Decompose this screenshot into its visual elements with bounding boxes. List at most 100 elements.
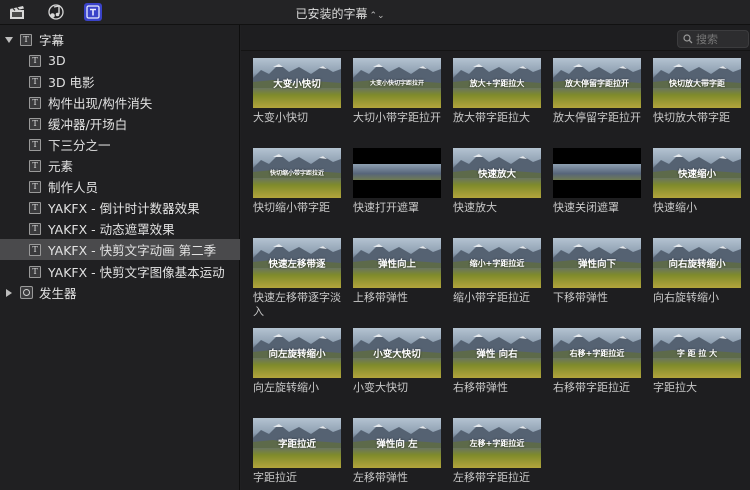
title-icon: T (29, 201, 41, 214)
title-tile[interactable]: 大变小快切字距拉开大切小带字距拉开 (353, 58, 445, 125)
title-tile[interactable]: 快切缩小带字距拉近快切缩小带字距 (253, 148, 345, 215)
title-tile[interactable]: 字 距 拉 大字距拉大 (653, 328, 745, 395)
title-thumbnail: 快切放大带字距 (653, 58, 741, 108)
title-thumbnail: 字 距 拉 大 (653, 328, 741, 378)
titles-generators-button[interactable] (84, 3, 102, 21)
sidebar-item[interactable]: T 3D 电影 (0, 71, 240, 92)
title-tile[interactable]: 右移+字距拉近右移带字距拉近 (553, 328, 645, 395)
sidebar-item[interactable]: T 缓冲器/开场白 (0, 113, 240, 134)
tile-label: 快速关闭遮罩 (553, 201, 619, 214)
sidebar-item-label: 字幕 (39, 33, 65, 48)
sidebar-item-label: 下三分之一 (48, 138, 111, 153)
tile-label: 快切放大带字距 (653, 111, 730, 124)
title-thumbnail: 大变小快切字距拉开 (353, 58, 441, 108)
thumbnail-caption: 大变小快切字距拉开 (369, 80, 424, 87)
sidebar-item-label: 元素 (48, 159, 74, 174)
thumbnail-caption: 弹性向 左 (376, 439, 418, 450)
sidebar-item[interactable]: T 字幕 (0, 29, 240, 50)
tile-label: 右移带弹性 (453, 381, 508, 394)
title-tile[interactable]: 快速缩小 快速缩小 (653, 148, 745, 215)
mask-preview-strip (353, 164, 441, 180)
sidebar-item[interactable]: T YAKFX - 倒计时计数器效果 (0, 197, 240, 218)
sidebar-item-label: 缓冲器/开场白 (48, 117, 128, 132)
tile-label: 缩小带字距拉近 (453, 291, 530, 304)
title-thumbnail: 弹性向上 (353, 238, 441, 288)
tile-label: 向左旋转缩小 (253, 381, 319, 394)
title-thumbnail: 小变大快切 (353, 328, 441, 378)
tile-label: 右移带字距拉近 (553, 381, 630, 394)
title-thumbnail (553, 148, 641, 198)
title-thumbnail: 快切缩小带字距拉近 (253, 148, 341, 198)
title-tile[interactable]: 小变大快切 小变大快切 (353, 328, 445, 395)
title-tile[interactable]: 弹性向下下移带弹性 (553, 238, 645, 305)
tile-label: 快切缩小带字距 (253, 201, 330, 214)
tile-label: 快速左移带逐字淡入 (253, 291, 341, 318)
title-thumbnail: 右移+字距拉近 (553, 328, 641, 378)
title-tile[interactable]: 放大+字距拉大 放大带字距拉大 (453, 58, 545, 125)
title-tile[interactable]: 向右旋转缩小 向右旋转缩小 (653, 238, 745, 305)
title-tile[interactable]: 快速关闭遮罩 (553, 148, 645, 215)
sidebar: T 字幕 T 3D T 3D 电影 T 构件出现/构件消失 T 缓冲器/开场白 T 下三分之一 T 元素 T… (0, 25, 240, 490)
title-tile[interactable]: 向左旋转缩小 向左旋转缩小 (253, 328, 345, 395)
sidebar-item[interactable]: T 3D (0, 50, 240, 71)
sidebar-item-label: 3D (48, 53, 66, 68)
sidebar-item[interactable]: T 下三分之一 (0, 134, 240, 155)
photos-audio-button[interactable] (46, 3, 64, 21)
title-icon: T (29, 117, 41, 130)
sidebar-item[interactable]: T 元素 (0, 155, 240, 176)
title-tile[interactable]: 左移+字距拉近 左移带字距拉近 (453, 418, 545, 485)
sidebar-item[interactable]: 发生器 (0, 282, 240, 303)
sidebar-item[interactable]: T YAKFX - 快剪文字动画 第二季 (0, 239, 240, 260)
title-tile[interactable]: 弹性向上 上移带弹性 (353, 238, 445, 305)
title-icon: T (29, 75, 41, 88)
title-thumbnail: 放大停留字距拉开 (553, 58, 641, 108)
tile-label: 大切小带字距拉开 (353, 111, 441, 124)
title-tile[interactable]: 缩小+字距拉近 缩小带字距拉近 (453, 238, 545, 305)
tile-label: 向右旋转缩小 (653, 291, 719, 304)
title-tile[interactable]: 快速打开遮罩 (353, 148, 445, 215)
title-tile[interactable]: 弹性 向右右移带弹性 (453, 328, 545, 395)
thumbnail-caption: 右移+字距拉近 (569, 349, 625, 358)
sidebar-item-label: 发生器 (39, 286, 77, 301)
thumbnail-caption: 快切放大带字距 (669, 79, 725, 88)
sidebar-item[interactable]: T YAKFX - 动态遮罩效果 (0, 218, 240, 239)
title-tile[interactable]: 大变小快切 大变小快切 (253, 58, 345, 125)
title-tile[interactable]: 快速左移带逐快速左移带逐字淡入 (253, 238, 345, 319)
disclosure-closed-icon[interactable] (5, 288, 13, 297)
thumbnail-caption: 小变大快切 (373, 349, 421, 360)
titles-icon (86, 5, 100, 19)
sidebar-item-label: YAKFX - 动态遮罩效果 (48, 222, 175, 237)
title-tile[interactable]: 弹性向 左左移带弹性 (353, 418, 445, 485)
thumbnail-caption: 快速左移带逐 (268, 259, 326, 270)
titles-grid: 大变小快切 大变小快切 大变小快切字距拉开 大切小带字距拉开 放大+字距拉大 放大带字距拉… (241, 25, 750, 490)
tile-label: 下移带弹性 (553, 291, 608, 304)
thumbnail-caption: 弹性向下 (577, 259, 616, 270)
libraries-button[interactable] (8, 3, 26, 21)
sidebar-item[interactable]: T 制作人员 (0, 176, 240, 197)
tile-label: 快速放大 (453, 201, 497, 214)
title-icon: T (20, 33, 32, 46)
sidebar-item[interactable]: T YAKFX - 快剪文字图像基本运动 (0, 261, 240, 282)
thumbnail-caption: 放大+字距拉大 (469, 79, 525, 88)
title-icon: T (29, 265, 41, 278)
sidebar-item-label: 构件出现/构件消失 (48, 96, 153, 111)
mask-preview-strip (553, 164, 641, 180)
title-tile[interactable]: 放大停留字距拉开 放大停留字距拉开 (553, 58, 645, 125)
generator-icon (20, 286, 33, 299)
title-tile[interactable]: 快速放大 快速放大 (453, 148, 545, 215)
disclosure-open-icon[interactable] (5, 36, 13, 44)
browser-title-dropdown[interactable]: 已安装的字幕 ⌃⌄ (240, 5, 440, 22)
tile-label: 快速缩小 (653, 201, 697, 214)
title-tile[interactable]: 快切放大带字距 快切放大带字距 (653, 58, 745, 125)
title-icon: T (29, 138, 41, 151)
thumbnail-caption: 左移+字距拉近 (469, 439, 525, 448)
music-photo-icon (47, 3, 64, 20)
sidebar-item-label: YAKFX - 快剪文字图像基本运动 (48, 265, 225, 280)
thumbnail-caption: 弹性 向右 (476, 349, 518, 360)
thumbnail-caption: 大变小快切 (273, 79, 321, 90)
sidebar-item[interactable]: T 构件出现/构件消失 (0, 92, 240, 113)
thumbnail-caption: 向右旋转缩小 (668, 259, 726, 270)
title-tile[interactable]: 字距拉近 字距拉近 (253, 418, 345, 485)
thumbnail-caption: 快速缩小 (677, 169, 716, 180)
top-toolbar: 已安装的字幕 ⌃⌄ (0, 0, 750, 25)
